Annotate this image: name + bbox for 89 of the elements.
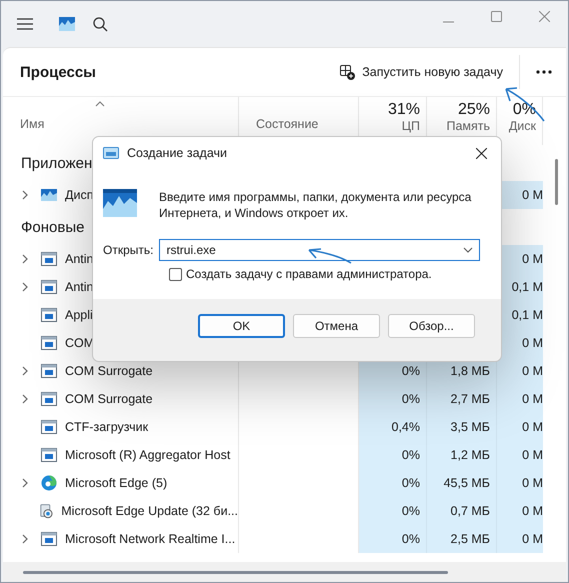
disk-value: 0 М	[522, 336, 543, 350]
process-name: Antin	[65, 252, 94, 266]
page-title: Процессы	[20, 64, 96, 80]
disk-value: 0 М	[522, 392, 543, 406]
checkbox-label[interactable]: Создать задачу с правами администратора.	[186, 267, 432, 281]
disk-value: 0 М	[522, 252, 543, 266]
disk-value: 0 М	[522, 448, 543, 462]
close-icon[interactable]	[538, 11, 550, 22]
process-name: Antin	[65, 280, 94, 294]
run-icon	[103, 189, 137, 217]
checkbox[interactable]	[169, 268, 182, 280]
memory-value: 45,5 МБ	[444, 476, 490, 490]
disk-value: 0 М	[522, 420, 543, 434]
cpu-value: 0%	[402, 392, 420, 406]
new-task-icon	[340, 64, 356, 80]
expand-icon[interactable]	[21, 394, 29, 404]
close-icon	[476, 148, 486, 158]
more-icon	[536, 70, 552, 74]
run-icon	[103, 147, 119, 159]
memory-value: 1,2 МБ	[450, 448, 490, 462]
window-icon	[41, 448, 57, 462]
menu-icon[interactable]	[17, 18, 33, 30]
cpu-value: 0%	[402, 448, 420, 462]
usage-percent: 31%	[388, 101, 420, 119]
disk-value: 0 М	[522, 476, 543, 490]
disk-value: 0,1 М	[512, 280, 543, 294]
disk-value: 0,1 М	[512, 308, 543, 322]
expand-icon[interactable]	[21, 254, 29, 264]
cpu-value: 0,4%	[392, 420, 420, 434]
group-heading: Фоновые	[21, 218, 84, 236]
expand-icon[interactable]	[21, 478, 29, 488]
edge-icon	[41, 475, 57, 491]
cpu-value: 0%	[402, 504, 420, 518]
window-icon	[41, 364, 57, 378]
dialog-message: Введите имя программы, папки, документа или ресурса Интернета, и Windows откроет их.	[159, 189, 472, 221]
window-icon	[41, 308, 57, 322]
column-header[interactable]: ЦП	[402, 119, 420, 133]
disk-value: 0 М	[522, 504, 543, 518]
window-icon	[41, 280, 57, 294]
app-icon	[41, 188, 57, 202]
process-name: Microsoft (R) Aggregator Host	[65, 448, 230, 462]
dialog-title: Создание задачи	[127, 146, 227, 160]
run-new-task-button[interactable]: Запустить новую задачу	[332, 58, 511, 86]
memory-value: 1,8 МБ	[450, 364, 490, 378]
expand-icon[interactable]	[21, 366, 29, 376]
dropdown-caret-icon	[463, 247, 474, 253]
window-icon	[41, 420, 57, 434]
memory-value: 2,5 МБ	[450, 532, 490, 546]
column-header[interactable]: Состояние	[256, 117, 318, 131]
search-icon[interactable]	[93, 16, 108, 32]
process-name: COM Surrogate	[65, 392, 153, 406]
maximize-icon[interactable]	[490, 11, 502, 22]
memory-value: 3,5 МБ	[450, 420, 490, 434]
dialog-button[interactable]: OK	[198, 314, 285, 338]
cpu-value: 0%	[402, 476, 420, 490]
disk-value: 0 М	[522, 532, 543, 546]
window-icon	[41, 336, 57, 350]
dialog-button[interactable]: Обзор...	[388, 314, 475, 338]
memory-value: 2,7 МБ	[450, 392, 490, 406]
cpu-value: 0%	[402, 364, 420, 378]
column-header[interactable]: Имя	[20, 117, 44, 131]
expand-icon[interactable]	[21, 534, 29, 544]
window-icon	[41, 532, 57, 546]
process-name: CTF-загрузчик	[65, 420, 148, 434]
cpu-value: 0%	[402, 532, 420, 546]
usage-percent: 25%	[458, 101, 490, 119]
expand-icon[interactable]	[21, 282, 29, 292]
scrollbar-thumb[interactable]	[23, 571, 448, 574]
column-header[interactable]: Память	[446, 119, 490, 133]
open-combobox[interactable]: rstrui.exe	[159, 239, 480, 261]
installer-icon	[38, 503, 54, 519]
process-name: Microsoft Edge (5)	[65, 476, 168, 490]
window-icon	[41, 252, 57, 266]
open-label: Открыть:	[103, 243, 154, 257]
expand-icon[interactable]	[21, 190, 29, 200]
app-icon	[59, 17, 75, 31]
disk-value: 0 М	[522, 364, 543, 378]
disk-value: 0 М	[522, 188, 543, 202]
process-name: Дисп	[65, 188, 94, 202]
group-heading: Приложен	[21, 154, 92, 172]
process-name: Microsoft Edge Update (32 би...	[61, 504, 238, 518]
window-icon	[41, 392, 57, 406]
memory-value: 0,7 МБ	[450, 504, 490, 518]
process-name: COM Surrogate	[65, 364, 153, 378]
process-name: Microsoft Network Realtime I...	[65, 532, 236, 546]
scrollbar-thumb[interactable]	[555, 159, 558, 205]
column-header[interactable]: Диск	[508, 119, 536, 133]
process-name: Appli	[65, 308, 93, 322]
dialog-button[interactable]: Отмена	[293, 314, 380, 338]
